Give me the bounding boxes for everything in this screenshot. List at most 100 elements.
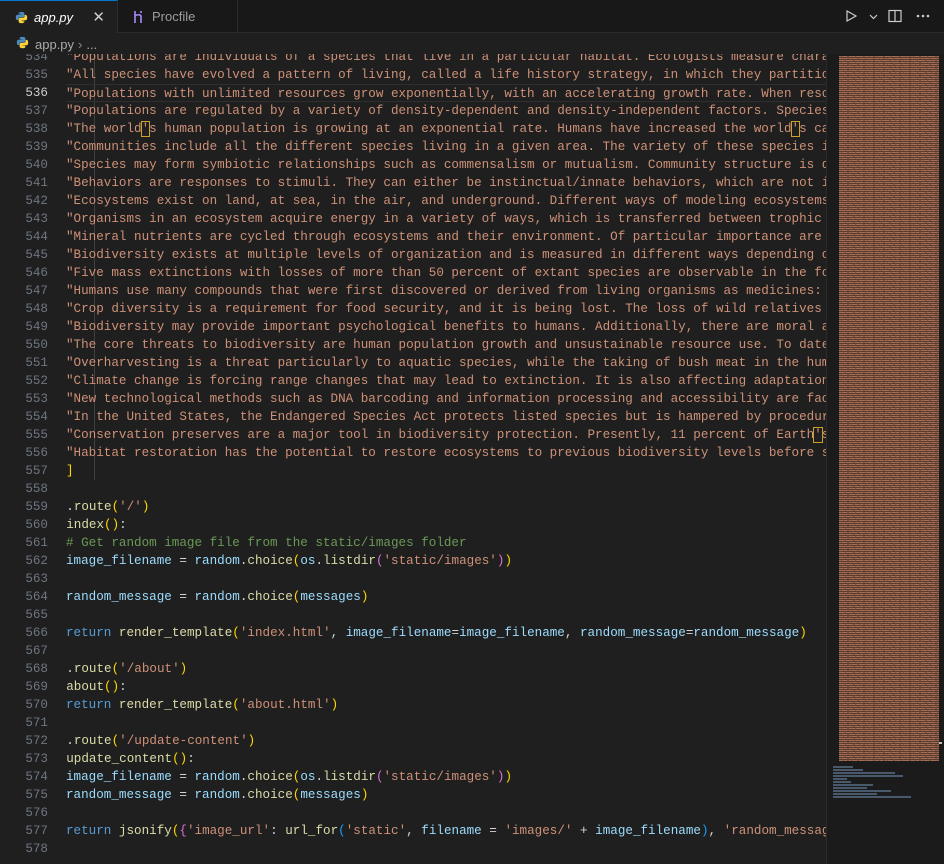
line-number-gutter: 534 535 536 537 538 539 540 541 542 543 544 545 546 5…	[0, 54, 50, 858]
code-line: "The core threats to biodiversity are hu…	[66, 338, 826, 352]
code-line: "Biodiversity may provide important psyc…	[66, 320, 826, 334]
line-number: 577	[25, 824, 48, 838]
line-number: 558	[25, 482, 48, 496]
line-number: 567	[25, 644, 48, 658]
line-number: 566	[25, 626, 48, 640]
line-number: 547	[25, 284, 48, 298]
line-number: 539	[25, 140, 48, 154]
line-number: 551	[25, 356, 48, 370]
minimap-code-block	[833, 766, 913, 799]
line-number: 534	[25, 54, 48, 64]
line-number: 570	[25, 698, 48, 712]
code-line: "In the United States, the Endangered Sp…	[66, 410, 826, 424]
code-line: @app.route('/')	[66, 500, 150, 514]
code-line: def about():	[66, 680, 127, 694]
code-line: "Behaviors are responses to stimuli. The…	[66, 176, 826, 190]
tab-label: app.py	[34, 9, 74, 25]
close-icon[interactable]: ✕	[92, 10, 105, 25]
line-number: 549	[25, 320, 48, 334]
line-number: 546	[25, 266, 48, 280]
line-number: 554	[25, 410, 48, 424]
code-editor[interactable]: 534 535 536 537 538 539 540 541 542 543 544 545 546 5…	[0, 54, 826, 864]
code-line: "Conservation preserves are a major tool…	[66, 427, 826, 443]
editor-actions	[840, 0, 944, 32]
tab-procfile[interactable]: Procfile	[118, 0, 238, 33]
code-line: random_message = random.choice(messages)	[66, 788, 369, 802]
code-line: return render_template('about.html')	[66, 698, 339, 712]
code-line: # Get random image file from the static/…	[66, 536, 467, 550]
code-line: "Populations are individuals of a specie…	[66, 54, 826, 64]
code-line: "Habitat restoration has the potential t…	[66, 446, 826, 460]
code-area[interactable]: "Populations are individuals of a specie…	[66, 54, 826, 858]
line-number: 563	[25, 572, 48, 586]
breadcrumb-symbol[interactable]: ...	[86, 37, 97, 52]
line-number: 536	[25, 86, 48, 100]
line-number: 542	[25, 194, 48, 208]
line-number: 573	[25, 752, 48, 766]
more-actions-icon[interactable]	[912, 5, 934, 27]
line-number: 568	[25, 662, 48, 676]
code-line: random_message = random.choice(messages)	[66, 590, 369, 604]
code-line: "Mineral nutrients are cycled through ec…	[66, 230, 826, 244]
line-number: 552	[25, 374, 48, 388]
line-number: 565	[25, 608, 48, 622]
line-number: 578	[25, 842, 48, 856]
breadcrumb: app.py › ...	[0, 34, 944, 54]
code-line: "Crop diversity is a requirement for foo…	[66, 302, 826, 316]
code-line: "Organisms in an ecosystem acquire energ…	[66, 212, 822, 226]
line-number: 576	[25, 806, 48, 820]
chevron-right-icon: ›	[78, 36, 83, 52]
line-number: 550	[25, 338, 48, 352]
line-number: 574	[25, 770, 48, 784]
code-line: @app.route('/update-content')	[66, 734, 256, 748]
line-number: 562	[25, 554, 48, 568]
tab-app-py[interactable]: app.py ✕	[0, 0, 118, 33]
code-line: "Populations are regulated by a variety …	[66, 104, 826, 118]
chevron-down-icon[interactable]	[868, 5, 878, 27]
code-line: "Communities include all the different s…	[66, 140, 826, 154]
code-line: "Five mass extinctions with losses of mo…	[66, 266, 826, 280]
code-line-current: "Populations with unlimited resources gr…	[66, 84, 826, 102]
code-line: "Climate change is forcing range changes…	[66, 374, 826, 388]
line-number: 553	[25, 392, 48, 406]
code-line: ]	[66, 464, 74, 478]
tab-label: Procfile	[152, 9, 196, 24]
python-file-icon	[14, 10, 28, 24]
code-line: "Overharvesting is a threat particularly…	[66, 356, 826, 370]
minimap-text-block	[839, 56, 944, 761]
line-number: 561	[25, 536, 48, 550]
code-line: @app.route('/about')	[66, 662, 188, 676]
python-file-icon	[16, 36, 29, 52]
breadcrumb-file[interactable]: app.py	[35, 37, 74, 52]
code-line: def update_content():	[66, 752, 195, 766]
code-line: image_filename = random.choice(os.listdi…	[66, 770, 512, 784]
line-number: 555	[25, 428, 48, 442]
scrollbar-marker	[939, 742, 942, 744]
code-line: "Biodiversity exists at multiple levels …	[66, 248, 826, 262]
minimap[interactable]	[826, 54, 944, 864]
split-editor-icon[interactable]	[884, 5, 906, 27]
line-number: 548	[25, 302, 48, 316]
line-number: 569	[25, 680, 48, 694]
line-number: 535	[25, 68, 48, 82]
line-number: 541	[25, 176, 48, 190]
line-number: 538	[25, 122, 48, 136]
line-number: 545	[25, 248, 48, 262]
code-line: image_filename = random.choice(os.listdi…	[66, 554, 512, 568]
code-line: return jsonify({'image_url': url_for('st…	[66, 824, 826, 838]
minimap-texture	[839, 56, 944, 761]
line-number: 575	[25, 788, 48, 802]
line-number: 557	[25, 464, 48, 478]
code-line: def index():	[66, 518, 127, 532]
code-line: "Species may form symbiotic relationship…	[66, 158, 826, 172]
run-icon[interactable]	[840, 5, 862, 27]
line-number: 556	[25, 446, 48, 460]
heroku-icon	[132, 10, 146, 24]
tab-bar: app.py ✕ Procfile	[0, 0, 944, 33]
code-line: "Ecosystems exist on land, at sea, in th…	[66, 194, 826, 208]
